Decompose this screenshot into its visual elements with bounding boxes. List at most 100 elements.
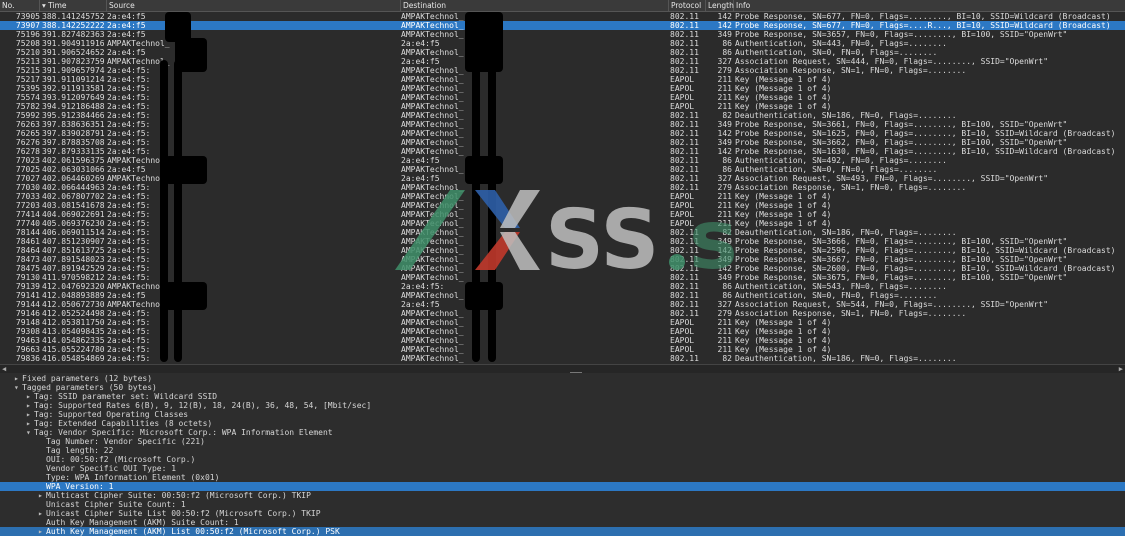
redaction-block	[488, 60, 496, 362]
detail-tree-item[interactable]: ▸ Tag: SSID parameter set: Wildcard SSID	[0, 392, 1125, 401]
packet-row[interactable]: 76278 397.879333135 2a:e4:f5: AMPAKTechnol_…	[0, 147, 1125, 156]
packet-row[interactable]: 78461 407.851230907 2a:e4:f5: AMPAKTechnol_…	[0, 237, 1125, 246]
detail-tree-item[interactable]: ▸ Fixed parameters (12 bytes)	[0, 374, 1125, 383]
col-header-info[interactable]: Info	[734, 0, 1125, 11]
packet-row[interactable]: 79146 412.052524498 2a:e4:f5: AMPAKTechnol_…	[0, 309, 1125, 318]
packet-no: 78473	[15, 255, 40, 264]
packet-row[interactable]: 75574 393.912097649 2a:e4:f5: AMPAKTechnol_…	[0, 93, 1125, 102]
col-header-protocol[interactable]: Protocol	[669, 0, 706, 11]
detail-tree-item[interactable]: ▸ Tag: Supported Operating Classes	[0, 410, 1125, 419]
detail-tree-item[interactable]: Auth Key Management (AKM) Suite Count: 1	[0, 518, 1125, 527]
packet-row[interactable]: 76265 397.839028791 2a:e4:f5: AMPAKTechnol_…	[0, 129, 1125, 138]
packet-source: 2a:e4:f5:	[107, 120, 151, 129]
packet-source: 2a:e4:f5:	[107, 147, 151, 156]
packet-row[interactable]: 78475 407.891942529 2a:e4:f5: AMPAKTechnol_…	[0, 264, 1125, 273]
col-header-destination[interactable]: Destination	[401, 0, 669, 11]
packet-row[interactable]: 77203 403.081541678 2a:e4:f5: AMPAKTechnol_…	[0, 201, 1125, 210]
packet-source: 2a:e4:f5:	[107, 255, 151, 264]
detail-tree-item[interactable]: ▾ Tag: Vendor Specific: Microsoft Corp.: …	[0, 428, 1125, 437]
col-header-time[interactable]: ▾ Time	[40, 0, 107, 11]
col-header-source[interactable]: Source	[107, 0, 401, 11]
detail-tree-item[interactable]: WPA Version: 1	[0, 482, 1125, 491]
detail-tree-item[interactable]: Vendor Specific OUI Type: 1	[0, 464, 1125, 473]
collapse-arrow-icon[interactable]: ▾	[14, 383, 22, 392]
expand-arrow-icon[interactable]: ▸	[26, 410, 34, 419]
detail-tree-item[interactable]: ▸ Tag: Supported Rates 6(B), 9, 12(B), 18…	[0, 401, 1125, 410]
col-header-length[interactable]: Length	[706, 0, 734, 11]
expand-arrow-icon[interactable]: ▸	[26, 419, 34, 428]
detail-tree-item[interactable]: ▸ Tag: Extended Capabilities (8 octets)	[0, 419, 1125, 428]
packet-destination: AMPAKTechnol_	[401, 30, 464, 39]
packet-row[interactable]: 77030 402.066444963 2a:e4:f5: AMPAKTechnol_…	[0, 183, 1125, 192]
packet-details-pane[interactable]: ▸ Fixed parameters (12 bytes) ▾ Tagged para…	[0, 374, 1125, 536]
packet-time: 412.047692320	[42, 282, 105, 291]
packet-destination: 2a:e4:f5	[401, 156, 440, 165]
packet-row[interactable]: 75782 394.912186488 2a:e4:f5: AMPAKTechnol_…	[0, 102, 1125, 111]
packet-row[interactable]: 79130 411.970598212 2a:e4:f5: AMPAKTechnol_…	[0, 273, 1125, 282]
packet-row[interactable]: 78473 407.891548023 2a:e4:f5: AMPAKTechnol_…	[0, 255, 1125, 264]
detail-tree-item[interactable]: ▸ Auth Key Management (AKM) List 00:50:f2…	[0, 527, 1125, 536]
detail-tree-label: Multicast Cipher Suite: 00:50:f2 (Micros…	[46, 491, 311, 500]
expand-arrow-icon[interactable]: ▸	[38, 527, 46, 536]
detail-tree-item[interactable]: Unicast Cipher Suite Count: 1	[0, 500, 1125, 509]
packet-row[interactable]: 79308 413.054098435 2a:e4:f5: AMPAKTechnol_…	[0, 327, 1125, 336]
packet-row[interactable]: 79148 412.053811750 2a:e4:f5: AMPAKTechnol_…	[0, 318, 1125, 327]
packet-row[interactable]: 78144 406.069011514 2a:e4:f5: AMPAKTechnol_…	[0, 228, 1125, 237]
detail-tree-item[interactable]: OUI: 00:50:f2 (Microsoft Corp.)	[0, 455, 1125, 464]
detail-tree-item[interactable]: Tag Number: Vendor Specific (221)	[0, 437, 1125, 446]
packet-no: 75782	[15, 102, 40, 111]
packet-row[interactable]: 76276 397.878835708 2a:e4:f5: AMPAKTechnol_…	[0, 138, 1125, 147]
expand-arrow-icon[interactable]: ▸	[14, 374, 22, 383]
packet-protocol: 802.11	[670, 138, 699, 147]
detail-tree-item[interactable]: Type: WPA Information Element (0x01)	[0, 473, 1125, 482]
packet-row[interactable]: 79836 416.054854869 2a:e4:f5: AMPAKTechnol_…	[0, 354, 1125, 363]
packet-time: 402.063031066	[42, 165, 105, 174]
packet-source: 2a:e4:f5:	[107, 75, 151, 84]
packet-row[interactable]: 77414 404.069022691 2a:e4:f5: AMPAKTechnol_…	[0, 210, 1125, 219]
scroll-right-arrow-icon[interactable]: ▶	[1119, 365, 1123, 373]
detail-tree-item[interactable]: Tag length: 22	[0, 446, 1125, 455]
col-header-no[interactable]: No.	[0, 0, 40, 11]
expand-arrow-icon[interactable]: ▸	[26, 401, 34, 410]
packet-row[interactable]: 79663 415.055224780 2a:e4:f5: AMPAKTechnol_…	[0, 345, 1125, 354]
packet-row[interactable]: 79463 414.054862335 2a:e4:f5: AMPAKTechnol_…	[0, 336, 1125, 345]
packet-list-hscrollbar[interactable]: ◀ ▶	[0, 364, 1125, 373]
packet-list-pane[interactable]: No. ▾ Time Source Destination Protocol L…	[0, 0, 1125, 364]
detail-tree-item[interactable]: ▾ Tagged parameters (50 bytes)	[0, 383, 1125, 392]
packet-row[interactable]: 77033 402.067807702 2a:e4:f5: AMPAKTechnol_…	[0, 192, 1125, 201]
packet-info: Probe Response, SN=3661, FN=0, Flags=...…	[735, 120, 1068, 129]
packet-length: 327	[717, 57, 732, 66]
packet-length: 211	[717, 210, 732, 219]
packet-row[interactable]: 75992 395.912384466 2a:e4:f5: AMPAKTechnol_…	[0, 111, 1125, 120]
detail-tree-item[interactable]: ▸ Unicast Cipher Suite List 00:50:f2 (Mic…	[0, 509, 1125, 518]
collapse-arrow-icon[interactable]: ▾	[26, 428, 34, 437]
packet-row[interactable]: 76263 397.838636351 2a:e4:f5: AMPAKTechnol_…	[0, 120, 1125, 129]
packet-source: 2a:e4:f5:	[107, 111, 151, 120]
packet-protocol: EAPOL	[670, 84, 695, 93]
packet-row[interactable]: 77740 405.069376230 2a:e4:f5: AMPAKTechnol_…	[0, 219, 1125, 228]
packet-protocol: EAPOL	[670, 201, 695, 210]
expand-arrow-icon[interactable]: ▸	[38, 509, 46, 518]
detail-tree-label: Tag: Supported Rates 6(B), 9, 12(B), 18,…	[34, 401, 372, 410]
packet-protocol: EAPOL	[670, 327, 695, 336]
packet-row[interactable]: 75217 391.911091214 2a:e4:f5: AMPAKTechnol_…	[0, 75, 1125, 84]
packet-row[interactable]: 78464 407.851613725 2a:e4:f5: AMPAKTechnol_…	[0, 246, 1125, 255]
packet-destination: AMPAKTechnol_	[401, 66, 464, 75]
packet-row[interactable]: 75213 391.907823759 AMPAKTechnol_ 2a:e4:f5 8…	[0, 57, 1125, 66]
packet-info: Deauthentication, SN=186, FN=0, Flags=..…	[735, 111, 957, 120]
expand-arrow-icon[interactable]: ▸	[26, 392, 34, 401]
packet-info: Key (Message 1 of 4)	[735, 75, 832, 84]
scroll-left-arrow-icon[interactable]: ◀	[2, 365, 6, 373]
packet-row[interactable]: 75215 391.909657974 2a:e4:f5: AMPAKTechnol_…	[0, 66, 1125, 75]
packet-row[interactable]: 75210 391.906524652 2a:e4:f5 AMPAKTechnol_ 8…	[0, 48, 1125, 57]
expand-arrow-icon[interactable]: ▸	[38, 491, 46, 500]
packet-no: 75210	[15, 48, 40, 57]
packet-time: 411.970598212	[42, 273, 105, 282]
detail-tree-item[interactable]: ▸ Multicast Cipher Suite: 00:50:f2 (Micro…	[0, 491, 1125, 500]
packet-source: 2a:e4:f5:	[107, 246, 151, 255]
packet-no: 79663	[15, 345, 40, 354]
packet-info: Key (Message 1 of 4)	[735, 201, 832, 210]
packet-length: 142	[717, 147, 732, 156]
packet-row[interactable]: 75395 392.911913581 2a:e4:f5: AMPAKTechnol_…	[0, 84, 1125, 93]
packet-info: Key (Message 1 of 4)	[735, 102, 832, 111]
